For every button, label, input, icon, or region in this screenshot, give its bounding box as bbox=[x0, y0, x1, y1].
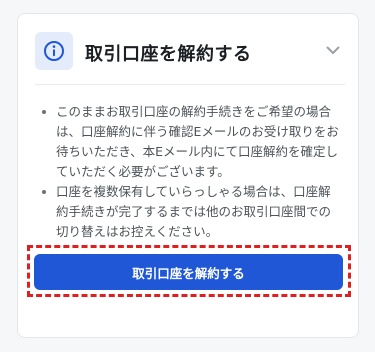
note-item: 口座を複数保有していらっしゃる場合は、口座解約手続きが完了するまでは他のお取引口… bbox=[38, 182, 343, 242]
note-item: このままお取引口座の解約手続きをご希望の場合は、口座解約に伴う確認Eメールのお受… bbox=[38, 102, 343, 182]
panel-header[interactable]: 取引口座を解約する bbox=[35, 32, 345, 72]
info-icon bbox=[35, 32, 73, 70]
panel-title: 取引口座を解約する bbox=[85, 44, 252, 65]
close-account-button[interactable]: 取引口座を解約する bbox=[34, 254, 343, 290]
chevron-down-icon[interactable] bbox=[321, 38, 345, 62]
notes-list: このままお取引口座の解約手続きをご希望の場合は、口座解約に伴う確認Eメールのお受… bbox=[38, 102, 343, 242]
header-divider bbox=[35, 84, 345, 85]
